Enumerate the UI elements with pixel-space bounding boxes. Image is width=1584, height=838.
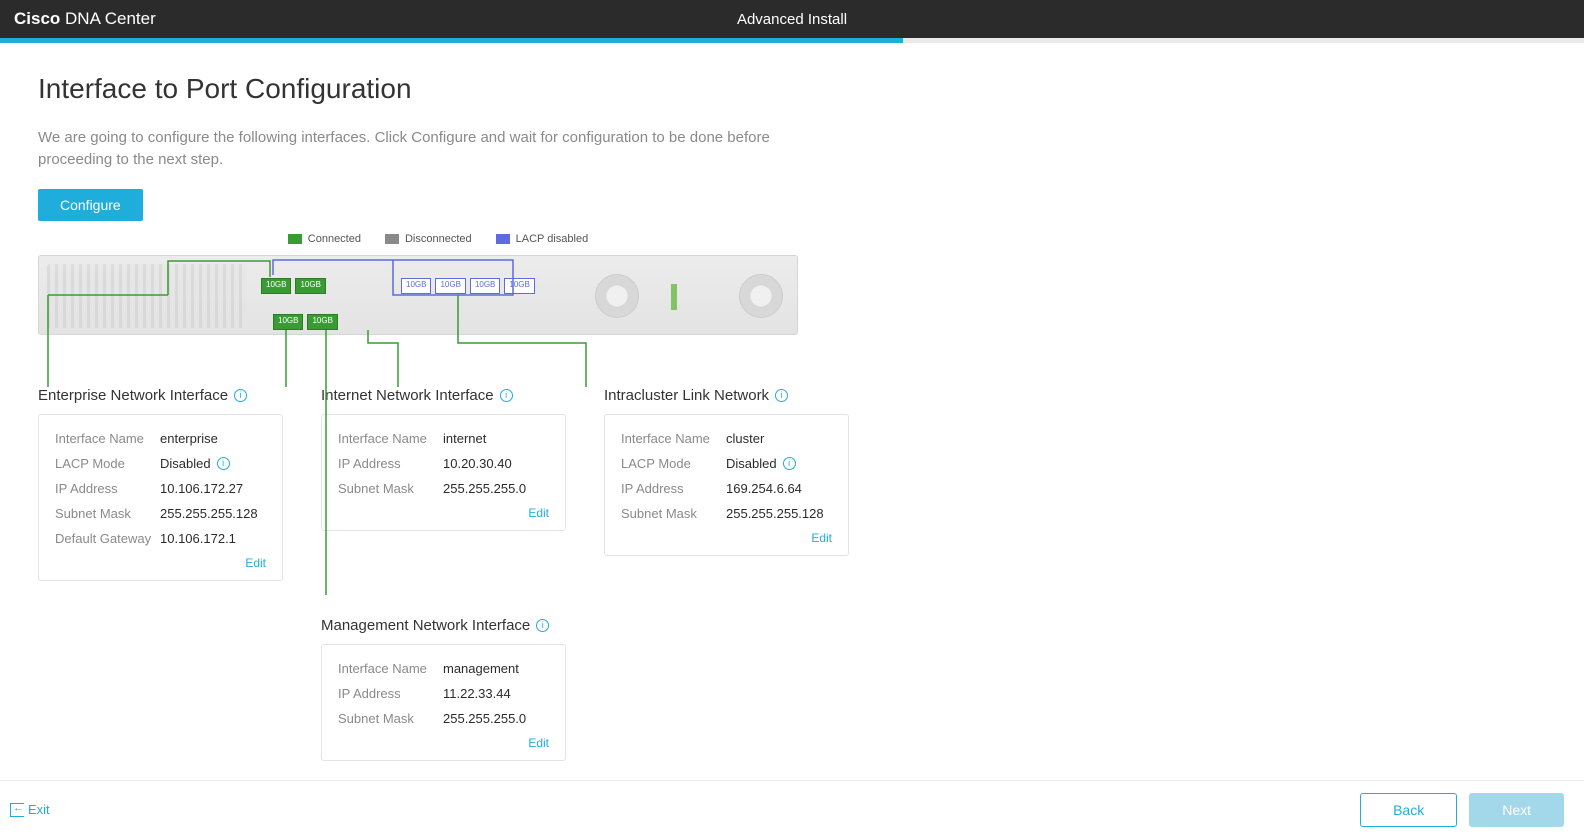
- label-lacp: LACP Mode: [621, 456, 726, 471]
- intracluster-title-text: Intracluster Link Network: [604, 387, 769, 404]
- intracluster-interface: Intracluster Link Network Interface Name…: [604, 387, 849, 581]
- port-10gb: 10GB: [295, 278, 325, 294]
- info-icon[interactable]: [775, 389, 788, 402]
- intracluster-lacp: Disabled: [726, 456, 777, 471]
- info-icon[interactable]: [536, 619, 549, 632]
- enterprise-card: Interface Nameenterprise LACP ModeDisabl…: [38, 414, 283, 581]
- port-10gb: 10GB: [261, 278, 291, 294]
- intracluster-ip: 169.254.6.64: [726, 481, 802, 496]
- label-ip: IP Address: [338, 686, 443, 701]
- label-gw: Default Gateway: [55, 531, 160, 546]
- legend: Connected Disconnected LACP disabled: [38, 233, 838, 245]
- label-interface-name: Interface Name: [338, 431, 443, 446]
- legend-lacp-label: LACP disabled: [516, 233, 589, 245]
- port-10gb-lacp: 10GB: [504, 278, 534, 294]
- label-interface-name: Interface Name: [55, 431, 160, 446]
- psu-icon: [671, 284, 677, 310]
- intracluster-mask: 255.255.255.128: [726, 506, 824, 521]
- edit-management[interactable]: Edit: [338, 736, 549, 750]
- internet-card: Interface Nameinternet IP Address10.20.3…: [321, 414, 566, 531]
- lacp-disabled-swatch: [496, 234, 510, 244]
- label-mask: Subnet Mask: [55, 506, 160, 521]
- page-context: Advanced Install: [737, 11, 847, 28]
- fan-icon: [595, 274, 639, 318]
- label-ip: IP Address: [621, 481, 726, 496]
- connected-swatch: [288, 234, 302, 244]
- legend-disconnected-label: Disconnected: [405, 233, 472, 245]
- legend-connected: Connected: [288, 233, 361, 245]
- internet-mask: 255.255.255.0: [443, 481, 526, 496]
- exit-icon: [10, 803, 24, 817]
- enterprise-mask: 255.255.255.128: [160, 506, 258, 521]
- disconnected-swatch: [385, 234, 399, 244]
- enterprise-title: Enterprise Network Interface: [38, 387, 283, 404]
- management-interface: Management Network Interface Interface N…: [321, 617, 566, 761]
- info-icon[interactable]: [234, 389, 247, 402]
- back-button[interactable]: Back: [1360, 793, 1457, 827]
- port-10gb: 10GB: [273, 314, 303, 330]
- edit-enterprise[interactable]: Edit: [55, 556, 266, 570]
- management-card: Interface Namemanagement IP Address11.22…: [321, 644, 566, 761]
- edit-intracluster[interactable]: Edit: [621, 531, 832, 545]
- chassis: 10GB 10GB 10GB 10GB 10GB 10GB 10GB 10GB: [38, 255, 798, 335]
- exit-label: Exit: [28, 802, 50, 817]
- enterprise-ip: 10.106.172.27: [160, 481, 243, 496]
- footer-buttons: Back Next: [1360, 793, 1564, 827]
- port-10gb-lacp: 10GB: [401, 278, 431, 294]
- footer: Exit Back Next: [0, 780, 1584, 838]
- configure-button[interactable]: Configure: [38, 189, 143, 221]
- brand: Cisco DNA Center: [14, 9, 156, 29]
- info-icon[interactable]: [217, 457, 230, 470]
- internet-name: internet: [443, 431, 486, 446]
- brand-light: DNA Center: [65, 9, 156, 28]
- legend-connected-label: Connected: [308, 233, 361, 245]
- management-name: management: [443, 661, 519, 676]
- legend-lacp-disabled: LACP disabled: [496, 233, 589, 245]
- brand-bold: Cisco: [14, 9, 60, 28]
- port-10gb-lacp: 10GB: [435, 278, 465, 294]
- progress-fill: [0, 38, 903, 43]
- internet-interface: Internet Network Interface Interface Nam…: [321, 387, 566, 581]
- management-mask: 255.255.255.0: [443, 711, 526, 726]
- info-icon[interactable]: [500, 389, 513, 402]
- label-interface-name: Interface Name: [338, 661, 443, 676]
- port-10gb-lacp: 10GB: [470, 278, 500, 294]
- label-mask: Subnet Mask: [338, 481, 443, 496]
- management-title-text: Management Network Interface: [321, 617, 530, 634]
- enterprise-gw: 10.106.172.1: [160, 531, 236, 546]
- page-description: We are going to configure the following …: [38, 127, 798, 171]
- internet-ip: 10.20.30.40: [443, 456, 512, 471]
- label-ip: IP Address: [338, 456, 443, 471]
- edit-internet[interactable]: Edit: [338, 506, 549, 520]
- port-10gb: 10GB: [307, 314, 337, 330]
- label-ip: IP Address: [55, 481, 160, 496]
- main-content: Interface to Port Configuration We are g…: [0, 43, 1584, 761]
- intracluster-title: Intracluster Link Network: [604, 387, 849, 404]
- management-title: Management Network Interface: [321, 617, 566, 634]
- page-title: Interface to Port Configuration: [38, 73, 1546, 105]
- topbar: Cisco DNA Center Advanced Install: [0, 0, 1584, 38]
- intracluster-card: Interface Namecluster LACP ModeDisabled …: [604, 414, 849, 556]
- info-icon[interactable]: [783, 457, 796, 470]
- label-mask: Subnet Mask: [621, 506, 726, 521]
- next-button[interactable]: Next: [1469, 793, 1564, 827]
- exit-button[interactable]: Exit: [10, 802, 50, 817]
- enterprise-title-text: Enterprise Network Interface: [38, 387, 228, 404]
- label-interface-name: Interface Name: [621, 431, 726, 446]
- interface-cards-row: Enterprise Network Interface Interface N…: [38, 387, 1546, 581]
- progress-bar: [0, 38, 1584, 43]
- server-diagram: 10GB 10GB 10GB 10GB 10GB 10GB 10GB 10GB: [38, 255, 838, 335]
- enterprise-name: enterprise: [160, 431, 218, 446]
- fan-icon: [739, 274, 783, 318]
- enterprise-interface: Enterprise Network Interface Interface N…: [38, 387, 283, 581]
- internet-title-text: Internet Network Interface: [321, 387, 494, 404]
- management-ip: 11.22.33.44: [443, 686, 511, 701]
- label-lacp: LACP Mode: [55, 456, 160, 471]
- enterprise-lacp: Disabled: [160, 456, 211, 471]
- intracluster-name: cluster: [726, 431, 764, 446]
- label-mask: Subnet Mask: [338, 711, 443, 726]
- internet-title: Internet Network Interface: [321, 387, 566, 404]
- legend-disconnected: Disconnected: [385, 233, 472, 245]
